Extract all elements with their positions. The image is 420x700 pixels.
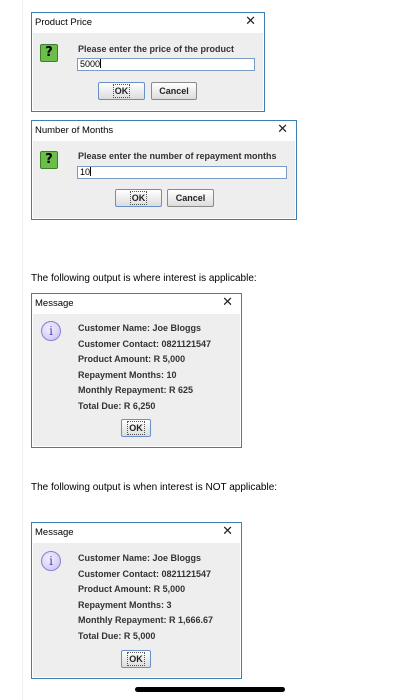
customer-name-line: Customer Name: Joe Bloggs	[78, 323, 202, 333]
prompt-label: Please enter the price of the product	[78, 44, 235, 54]
dialog-body: i Customer Name: Joe Bloggs Customer Con…	[33, 543, 240, 677]
info-icon: i	[41, 321, 61, 341]
product-amount-line: Product Amount: R 5,000	[78, 584, 186, 594]
repayment-months-line: Repayment Months: 3	[78, 599, 172, 610]
dialog-title: Number of Months	[35, 125, 114, 136]
close-icon[interactable]: ✕	[222, 296, 233, 310]
question-icon: ?	[40, 44, 58, 62]
customer-contact-line: Customer Contact: 0821121547	[78, 338, 212, 349]
product-amount-line: Product Amount: R 5,000	[78, 354, 186, 364]
close-icon[interactable]: ✕	[245, 15, 256, 29]
cancel-label: Cancel	[159, 86, 189, 96]
info-icon: i	[41, 551, 61, 571]
ok-button[interactable]: OK	[115, 189, 162, 207]
ok-label: OK	[127, 421, 145, 435]
product-price-dialog: Product Price ✕ ? Please enter the price…	[31, 12, 265, 112]
price-input[interactable]: 5000	[77, 58, 255, 71]
price-input-value: 5000	[80, 59, 101, 69]
customer-contact-line: Customer Contact: 0821121547	[78, 568, 212, 579]
cancel-label: Cancel	[175, 193, 206, 203]
cancel-button[interactable]: Cancel	[151, 82, 197, 100]
message-text: Customer Name: Joe Bloggs Customer Conta…	[78, 551, 213, 644]
monthly-repayment-line: Monthly Repayment: R 625	[78, 385, 194, 395]
title-bar[interactable]: Message ✕	[32, 523, 241, 543]
monthly-repayment-line: Monthly Repayment: R 1,666.67	[78, 615, 214, 625]
question-icon: ?	[40, 151, 58, 169]
title-bar[interactable]: Product Price ✕	[32, 13, 264, 33]
ok-label: OK	[129, 191, 148, 205]
ok-label: OK	[112, 84, 131, 98]
ok-button[interactable]: OK	[121, 650, 151, 668]
message-dialog-interest: Message ✕ i Customer Name: Joe Bloggs Cu…	[31, 293, 242, 448]
text-caret	[100, 59, 102, 68]
interest-applicable-text: The following output is where interest i…	[31, 273, 257, 284]
page-edge	[22, 0, 23, 700]
dialog-title: Product Price	[35, 17, 93, 28]
message-text: Customer Name: Joe Bloggs Customer Conta…	[78, 321, 211, 414]
dialog-title: Message	[35, 527, 74, 538]
ok-label: OK	[127, 652, 145, 666]
dialog-body: ? Please enter the number of repayment m…	[33, 141, 295, 218]
message-dialog-no-interest: Message ✕ i Customer Name: Joe Bloggs Cu…	[31, 522, 242, 679]
cancel-button[interactable]: Cancel	[167, 189, 214, 207]
title-bar[interactable]: Message ✕	[32, 294, 241, 314]
repayment-months-line: Repayment Months: 10	[78, 369, 177, 380]
total-due-line: Total Due: R 6,250	[78, 400, 156, 411]
dialog-body: ? Please enter the price of the product …	[33, 33, 263, 110]
ok-button[interactable]: OK	[98, 82, 145, 100]
months-input[interactable]: 10	[77, 166, 287, 179]
number-of-months-dialog: Number of Months ✕ ? Please enter the nu…	[31, 120, 297, 220]
dialog-title: Message	[35, 298, 74, 309]
title-bar[interactable]: Number of Months ✕	[32, 121, 296, 141]
customer-name-line: Customer Name: Joe Bloggs	[78, 553, 202, 563]
total-due-line: Total Due: R 5,000	[78, 630, 156, 641]
prompt-label: Please enter the number of repayment mon…	[78, 151, 277, 161]
close-icon[interactable]: ✕	[277, 123, 288, 137]
home-indicator-bar[interactable]	[135, 687, 285, 692]
months-input-value: 10	[80, 167, 91, 177]
dialog-body: i Customer Name: Joe Bloggs Customer Con…	[33, 314, 240, 446]
ok-button[interactable]: OK	[121, 419, 151, 437]
close-icon[interactable]: ✕	[222, 525, 233, 539]
text-caret	[90, 167, 92, 176]
interest-not-applicable-text: The following output is when interest is…	[31, 482, 278, 493]
